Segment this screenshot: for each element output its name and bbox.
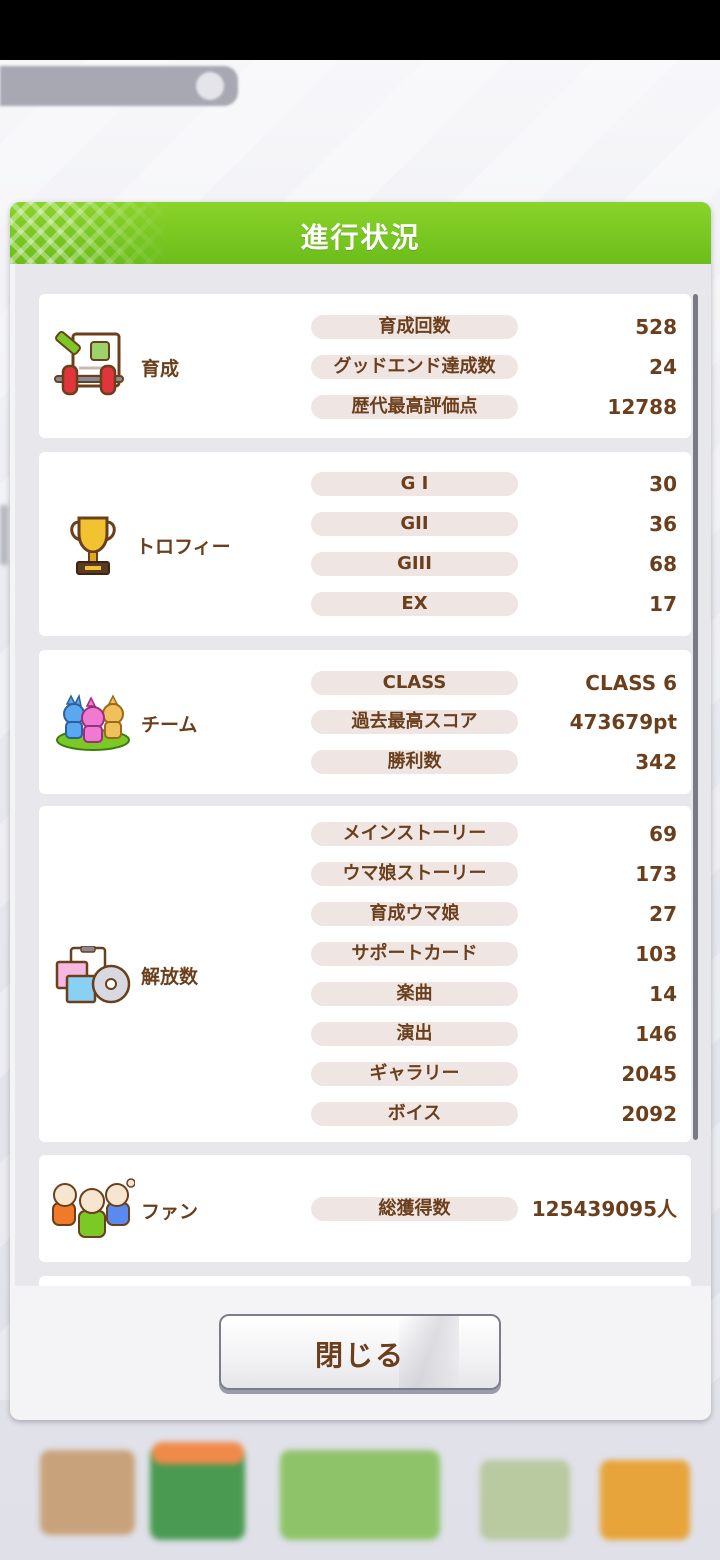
- stat-value: 17: [649, 592, 677, 616]
- trophy-icon: [65, 512, 121, 578]
- card-training: 育成 育成回数 528 グッドエンド達成数 24 歴代最高評価点 12788: [39, 294, 691, 438]
- card-next-peek: [39, 1276, 691, 1286]
- unlock-icon: [53, 945, 133, 1008]
- background-edge: [0, 505, 8, 565]
- stat-label: 勝利数: [311, 750, 518, 774]
- stat-value: 14: [649, 982, 677, 1006]
- stat-label: 楽曲: [311, 982, 518, 1006]
- info-icon: [196, 72, 224, 100]
- stat-label: サポートカード: [311, 942, 518, 966]
- card-trophy: トロフィー G I 30 GII 36 GIII 68 EX 17: [39, 452, 691, 636]
- dialog-header: 進行状況: [10, 202, 711, 264]
- stat-value: 68: [649, 552, 677, 576]
- stat-value: 2045: [621, 1062, 677, 1086]
- stat-label: 過去最高スコア: [311, 710, 518, 734]
- team-icon: [53, 693, 133, 754]
- stat-value: 30: [649, 472, 677, 496]
- training-icon: [53, 330, 125, 402]
- stat-value: 24: [649, 355, 677, 379]
- card-unlocks: 解放数 メインストーリー 69 ウマ娘ストーリー 173 育成ウマ娘 27 サポ…: [39, 806, 691, 1142]
- stat-value: 69: [649, 822, 677, 846]
- stat-value: 146: [635, 1022, 677, 1046]
- scrollbar[interactable]: [693, 294, 698, 1140]
- stat-label: ウマ娘ストーリー: [311, 862, 518, 886]
- stat-label: メインストーリー: [311, 822, 518, 846]
- stat-label: GII: [311, 512, 518, 536]
- dialog-title: 進行状況: [300, 221, 421, 254]
- stat-label: ボイス: [311, 1102, 518, 1126]
- nav-item-race: [480, 1460, 570, 1540]
- nav-item-gacha: [600, 1460, 690, 1540]
- category-label-team: チーム: [141, 714, 198, 736]
- close-button[interactable]: 閉じる: [219, 1314, 501, 1390]
- stat-label: CLASS: [311, 671, 518, 695]
- category-label-unlocks: 解放数: [141, 966, 199, 988]
- card-fans: ファン 総獲得数 125439095人: [39, 1155, 691, 1262]
- stat-value: CLASS 6: [585, 671, 677, 695]
- stat-value: 528: [635, 315, 677, 339]
- stat-label: 育成回数: [311, 315, 518, 339]
- stat-label: 演出: [311, 1022, 518, 1046]
- stat-label: 歴代最高評価点: [311, 395, 518, 419]
- category-label-trophy: トロフィー: [136, 536, 231, 558]
- stat-label: G I: [311, 472, 518, 496]
- stat-value: 342: [635, 750, 677, 774]
- status-bar: [0, 0, 720, 60]
- nav-item-home: [40, 1450, 135, 1535]
- stat-value: 103: [635, 942, 677, 966]
- stats-scroll-area[interactable]: 育成 育成回数 528 グッドエンド達成数 24 歴代最高評価点 12788 ト…: [15, 264, 711, 1286]
- stat-value: 173: [635, 862, 677, 886]
- stat-value: 36: [649, 512, 677, 536]
- stat-label: GIII: [311, 552, 518, 576]
- category-label-fans: ファン: [141, 1201, 199, 1223]
- nav-item-center: [280, 1450, 440, 1540]
- stat-value: 473679pt: [569, 710, 677, 734]
- stat-label: EX: [311, 592, 518, 616]
- profile-tab-blurred: [0, 66, 238, 106]
- stat-value: 12788: [607, 395, 677, 419]
- stat-value: 27: [649, 902, 677, 926]
- close-button-label: 閉じる: [314, 1339, 405, 1372]
- bottom-nav-blurred: [0, 1430, 720, 1560]
- stat-label: 育成ウマ娘: [311, 902, 518, 926]
- category-label-training: 育成: [141, 358, 180, 380]
- fans-icon: [49, 1173, 136, 1243]
- card-team: チーム CLASS CLASS 6 過去最高スコア 473679pt 勝利数 3…: [39, 650, 691, 794]
- stat-label: グッドエンド達成数: [311, 355, 518, 379]
- stat-label: ギャラリー: [311, 1062, 518, 1086]
- progress-dialog: 進行状況 育成 育成回数 528 グッドエンド達成数 24 歴代最高評価点 12…: [10, 202, 711, 1420]
- stat-value: 125439095人: [531, 1197, 677, 1221]
- stat-value: 2092: [621, 1102, 677, 1126]
- nav-item-badge: [152, 1442, 244, 1464]
